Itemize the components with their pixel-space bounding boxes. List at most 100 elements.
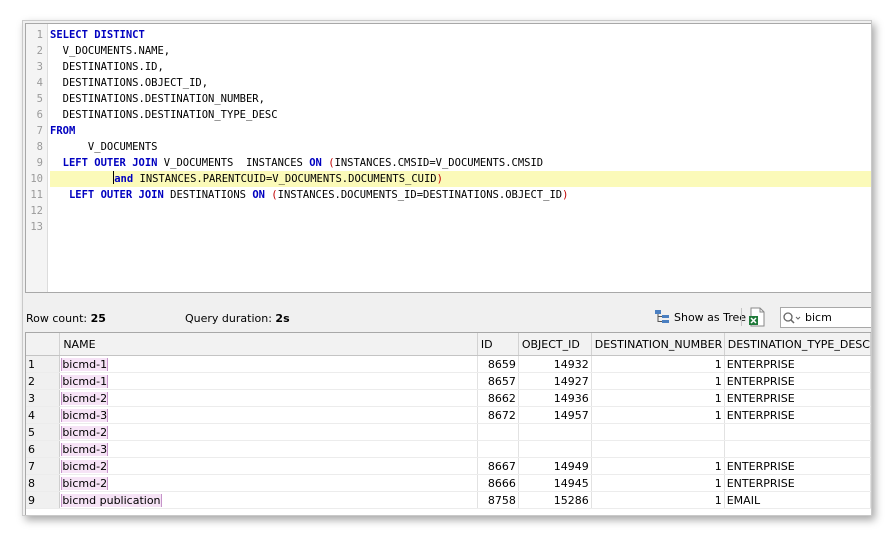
row-number-cell[interactable]: 7: [26, 457, 61, 475]
code-line[interactable]: V_DOCUMENTS.NAME,: [50, 43, 871, 59]
destination-number-cell[interactable]: 1: [591, 389, 725, 407]
destination-type-cell[interactable]: ENTERPRISE: [724, 406, 871, 424]
id-cell[interactable]: 8758: [477, 491, 519, 509]
destination-type-cell[interactable]: [724, 423, 871, 441]
code-line[interactable]: DESTINATIONS.DESTINATION_TYPE_DESC: [50, 107, 871, 123]
name-cell[interactable]: bicmd publication: [59, 491, 478, 509]
destination-type-cell[interactable]: EMAIL: [724, 491, 871, 509]
row-count-value: 25: [90, 312, 106, 325]
destination-type-cell[interactable]: ENTERPRISE: [724, 372, 871, 390]
search-match-highlight: bicmd-1: [61, 374, 109, 388]
row-number-cell[interactable]: 9: [26, 491, 61, 509]
row-number-cell[interactable]: 8: [26, 474, 61, 492]
sql-paren: ): [436, 173, 443, 185]
code-line[interactable]: LEFT OUTER JOIN DESTINATIONS ON (INSTANC…: [50, 187, 871, 203]
code-line[interactable]: SELECT DISTINCT: [50, 27, 871, 43]
column-header-name[interactable]: NAME: [59, 333, 478, 356]
sql-text: DESTINATIONS.ID,: [50, 61, 164, 73]
line-number: 11: [30, 189, 43, 201]
destination-type-cell[interactable]: ENTERPRISE: [724, 355, 871, 373]
destination-number-cell[interactable]: 1: [591, 406, 725, 424]
destination-type-cell[interactable]: ENTERPRISE: [724, 457, 871, 475]
name-cell[interactable]: bicmd-3: [59, 440, 478, 458]
destination-number-cell[interactable]: 1: [591, 457, 725, 475]
table-row[interactable]: 3 bicmd-2 8662 14936 1 ENTERPRISE: [26, 389, 871, 407]
object-id-cell[interactable]: 14936: [518, 389, 592, 407]
table-row[interactable]: 6 bicmd-3: [26, 440, 871, 458]
table-row[interactable]: 9 bicmd publication 8758 15286 1 EMAIL: [26, 491, 871, 509]
table-row[interactable]: 4 bicmd-3 8672 14957 1 ENTERPRISE: [26, 406, 871, 424]
object-id-cell[interactable]: [518, 423, 592, 441]
object-id-cell[interactable]: [518, 440, 592, 458]
code-line[interactable]: [50, 219, 871, 235]
search-input[interactable]: [803, 311, 865, 324]
id-cell[interactable]: 8662: [477, 389, 519, 407]
id-cell[interactable]: 8667: [477, 457, 519, 475]
table-row[interactable]: 1 bicmd-1 8659 14932 1 ENTERPRISE: [26, 355, 871, 373]
sql-text: V_DOCUMENTS: [50, 141, 158, 153]
object-id-cell[interactable]: 15286: [518, 491, 592, 509]
search-match-highlight: bicmd-3: [61, 442, 109, 456]
object-id-cell[interactable]: 14932: [518, 355, 592, 373]
code-line[interactable]: DESTINATIONS.ID,: [50, 59, 871, 75]
object-id-cell[interactable]: 14945: [518, 474, 592, 492]
row-number-cell[interactable]: 2: [26, 372, 61, 390]
destination-number-cell[interactable]: 1: [591, 372, 725, 390]
destination-type-cell[interactable]: ENTERPRISE: [724, 474, 871, 492]
search-match-highlight: bicmd-2: [61, 425, 109, 439]
destination-number-cell[interactable]: 1: [591, 491, 725, 509]
object-id-cell[interactable]: 14949: [518, 457, 592, 475]
id-cell[interactable]: 8657: [477, 372, 519, 390]
name-cell[interactable]: bicmd-2: [59, 389, 478, 407]
row-number-cell[interactable]: 4: [26, 406, 61, 424]
row-number-cell[interactable]: 6: [26, 440, 61, 458]
column-header-rownum[interactable]: [26, 333, 61, 356]
code-line[interactable]: [50, 203, 871, 219]
code-line[interactable]: and INSTANCES.PARENTCUID=V_DOCUMENTS.DOC…: [50, 171, 871, 187]
destination-number-cell[interactable]: 1: [591, 355, 725, 373]
id-cell[interactable]: 8659: [477, 355, 519, 373]
row-number-cell[interactable]: 3: [26, 389, 61, 407]
name-cell[interactable]: bicmd-1: [59, 355, 478, 373]
column-header-object-id[interactable]: OBJECT_ID: [518, 333, 592, 356]
line-number: 1: [36, 29, 43, 41]
id-cell[interactable]: [477, 423, 519, 441]
row-number-cell[interactable]: 5: [26, 423, 61, 441]
name-cell[interactable]: bicmd-3: [59, 406, 478, 424]
sql-keyword: LEFT OUTER JOIN: [62, 157, 158, 169]
search-box[interactable]: [780, 307, 871, 328]
destination-number-cell[interactable]: [591, 440, 725, 458]
object-id-cell[interactable]: 14927: [518, 372, 592, 390]
destination-type-cell[interactable]: ENTERPRISE: [724, 389, 871, 407]
object-id-cell[interactable]: 14957: [518, 406, 592, 424]
destination-number-cell[interactable]: 1: [591, 474, 725, 492]
column-header-id[interactable]: ID: [477, 333, 519, 356]
code-line[interactable]: DESTINATIONS.OBJECT_ID,: [50, 75, 871, 91]
show-as-tree-button[interactable]: Show as Tree: [651, 307, 749, 327]
row-number-cell[interactable]: 1: [26, 355, 61, 373]
destination-type-cell[interactable]: [724, 440, 871, 458]
id-cell[interactable]: 8672: [477, 406, 519, 424]
name-cell[interactable]: bicmd-2: [59, 457, 478, 475]
column-header-destination-type-desc[interactable]: DESTINATION_TYPE_DESC: [724, 333, 871, 356]
code-line[interactable]: DESTINATIONS.DESTINATION_NUMBER,: [50, 91, 871, 107]
results-grid[interactable]: NAME ID OBJECT_ID DESTINATION_NUMBER DES…: [25, 332, 871, 515]
code-line[interactable]: LEFT OUTER JOIN V_DOCUMENTS INSTANCES ON…: [50, 155, 871, 171]
sql-editor[interactable]: 1 2 3 4 5 6 7 8 9 10 11 12 13 SELECT DISTINCT V_DOCU…: [25, 23, 871, 293]
table-row[interactable]: 5 bicmd-2: [26, 423, 871, 441]
code-line[interactable]: FROM: [50, 123, 871, 139]
table-row[interactable]: 8 bicmd-2 8666 14945 1 ENTERPRISE: [26, 474, 871, 492]
export-excel-button[interactable]: [747, 306, 767, 328]
name-cell[interactable]: bicmd-2: [59, 423, 478, 441]
table-row[interactable]: 7 bicmd-2 8667 14949 1 ENTERPRISE: [26, 457, 871, 475]
column-header-destination-number[interactable]: DESTINATION_NUMBER: [591, 333, 725, 356]
id-cell[interactable]: [477, 440, 519, 458]
table-row[interactable]: 2 bicmd-1 8657 14927 1 ENTERPRISE: [26, 372, 871, 390]
destination-number-cell[interactable]: [591, 423, 725, 441]
name-cell[interactable]: bicmd-2: [59, 474, 478, 492]
code-line[interactable]: V_DOCUMENTS: [50, 139, 871, 155]
show-as-tree-label: Show as Tree: [674, 310, 747, 324]
name-cell[interactable]: bicmd-1: [59, 372, 478, 390]
id-cell[interactable]: 8666: [477, 474, 519, 492]
